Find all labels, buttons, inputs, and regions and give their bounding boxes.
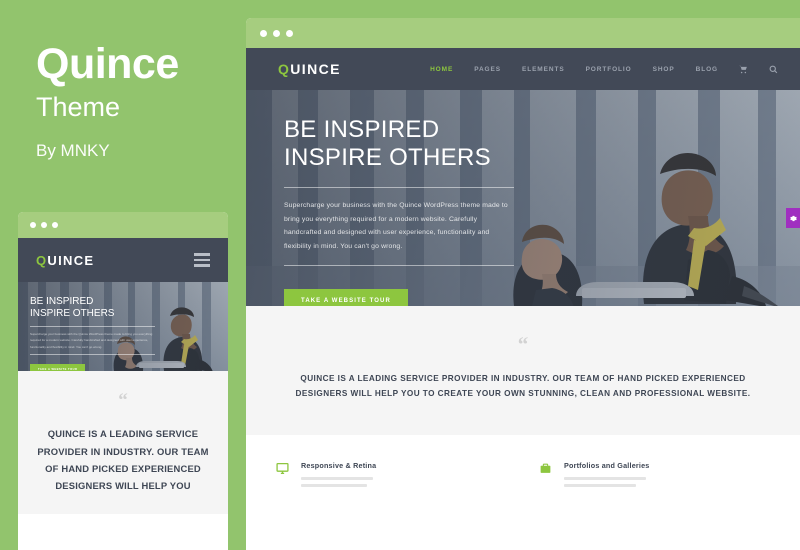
menu-item-blog[interactable]: BLOG <box>696 66 718 73</box>
menu-item-pages[interactable]: PAGES <box>474 66 501 73</box>
theme-settings-tab[interactable] <box>786 208 800 228</box>
desktop-preview-window: QUINCE HOME PAGES ELEMENTS PORTFOLIO SHO… <box>246 18 800 550</box>
promo-author: By MNKY <box>36 140 110 160</box>
hero-cta-button[interactable]: TAKE A WEBSITE TOUR <box>284 289 408 306</box>
quote-mark-icon: “ <box>118 390 128 411</box>
mobile-navbar: QUINCE <box>18 238 228 282</box>
cart-icon[interactable] <box>739 65 748 74</box>
gear-icon <box>789 215 797 221</box>
desktop-browser-titlebar <box>246 18 800 48</box>
mobile-hero-divider-bottom <box>30 353 155 355</box>
window-dot-minimize[interactable] <box>41 222 47 228</box>
desktop-navbar: QUINCE HOME PAGES ELEMENTS PORTFOLIO SHO… <box>246 48 800 90</box>
window-dot-maximize[interactable] <box>286 29 293 37</box>
promo-panel: Quince Theme By MNKY <box>36 40 236 161</box>
hamburger-icon[interactable] <box>194 253 210 267</box>
logo-initial: Q <box>278 61 291 77</box>
window-dot-minimize[interactable] <box>273 29 280 37</box>
feature-description-placeholder <box>564 477 649 488</box>
menu-item-shop[interactable]: SHOP <box>653 66 675 73</box>
feature-description-placeholder <box>301 477 376 488</box>
feature-item-portfolios: Portfolios and Galleries <box>539 461 770 491</box>
window-dot-maximize[interactable] <box>52 222 58 228</box>
mobile-quote-text: QUINCE IS A LEADING SERVICE PROVIDER IN … <box>37 428 209 492</box>
mobile-hero-paragraph: Supercharge your business with the Quinc… <box>30 332 153 349</box>
desktop-main-menu: HOME PAGES ELEMENTS PORTFOLIO SHOP BLOG <box>430 65 800 74</box>
mobile-site-logo[interactable]: QUINCE <box>36 253 94 268</box>
desktop-quote-section: “ QUINCE IS A LEADING SERVICE PROVIDER I… <box>246 306 800 436</box>
logo-text: UINCE <box>290 61 341 77</box>
hero-heading: BE INSPIRED INSPIRE OTHERS <box>284 116 514 173</box>
mobile-hero-cta-button[interactable]: TAKE A WEBSITE TOUR <box>30 363 86 371</box>
hero-heading-line1: BE INSPIRED <box>284 116 440 143</box>
hero-heading-line2: INSPIRE OTHERS <box>284 144 491 172</box>
feature-title: Responsive & Retina <box>301 461 377 471</box>
menu-item-elements[interactable]: ELEMENTS <box>522 66 565 73</box>
monitor-icon <box>276 461 292 491</box>
hero-paragraph: Supercharge your business with the Quinc… <box>284 201 508 251</box>
hero-divider-top <box>284 186 514 188</box>
logo-initial: Q <box>36 252 48 268</box>
mobile-browser-titlebar <box>18 212 228 238</box>
feature-title: Portfolios and Galleries <box>564 461 650 471</box>
mobile-hero-heading-line1: BE INSPIRED <box>30 296 94 307</box>
search-icon[interactable] <box>769 65 778 74</box>
window-dot-close[interactable] <box>30 222 36 228</box>
hero-content: BE INSPIRED INSPIRE OTHERS Supercharge y… <box>284 116 514 306</box>
menu-item-portfolio[interactable]: PORTFOLIO <box>586 66 632 73</box>
hero-divider-bottom <box>284 265 514 267</box>
menu-item-home[interactable]: HOME <box>430 66 453 73</box>
site-logo[interactable]: QUINCE <box>278 61 341 77</box>
feature-item-responsive: Responsive & Retina <box>276 461 507 491</box>
mobile-hero-heading-line2: INSPIRE OTHERS <box>30 308 115 319</box>
quote-mark-icon: “ <box>517 332 529 356</box>
mobile-quote-section: “ QUINCE IS A LEADING SERVICE PROVIDER I… <box>18 371 228 514</box>
mobile-hero-heading: BE INSPIRED INSPIRE OTHERS <box>30 296 155 320</box>
promo-subtitle: Theme <box>36 92 121 123</box>
desktop-hero-section: BE INSPIRED INSPIRE OTHERS Supercharge y… <box>246 90 800 306</box>
mobile-preview-window: QUINCE BE INSPIRED INSPIRE OTHERS Superc… <box>18 212 228 550</box>
desktop-features-section: Responsive & Retina Portfolios and Galle… <box>246 435 800 492</box>
mobile-hero-section: BE INSPIRED INSPIRE OTHERS Supercharge y… <box>18 282 228 371</box>
window-dot-close[interactable] <box>260 29 267 37</box>
logo-text: UINCE <box>47 252 95 268</box>
quote-text: QUINCE IS A LEADING SERVICE PROVIDER IN … <box>295 373 751 398</box>
mobile-hero-divider-top <box>30 326 155 327</box>
mobile-hero-content: BE INSPIRED INSPIRE OTHERS Supercharge y… <box>30 296 155 371</box>
promo-title: Quince <box>36 40 179 88</box>
briefcase-icon <box>539 461 555 491</box>
